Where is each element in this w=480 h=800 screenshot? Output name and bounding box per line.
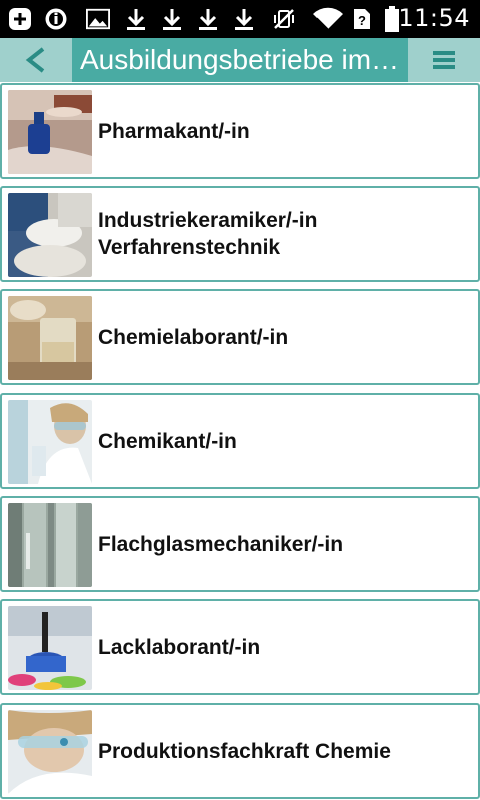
download-icon <box>196 7 220 31</box>
list-item[interactable]: Lacklaborant/-in <box>0 599 480 695</box>
item-label: Pharmakant/-in <box>98 119 250 143</box>
item-label: Flachglasmechaniker/-in <box>98 532 344 556</box>
item-label: Chemikant/-in <box>98 429 237 453</box>
wifi-icon <box>312 7 344 31</box>
page-title: Ausbildungsbetriebe im… <box>72 38 408 82</box>
list-item[interactable]: Chemikant/-in <box>0 393 480 489</box>
thumbnail-image <box>8 90 92 174</box>
menu-icon <box>433 51 455 69</box>
thumbnail-image <box>8 193 92 277</box>
thumbnail-image <box>8 400 92 484</box>
thumbnail-image <box>8 606 92 690</box>
svg-text:?: ? <box>358 13 366 28</box>
thumbnail-image <box>8 296 92 380</box>
chevron-left-icon <box>25 47 45 73</box>
status-bar: ? 11:54 <box>0 0 480 38</box>
info-icon <box>44 7 68 31</box>
back-button[interactable] <box>0 38 72 82</box>
download-icon <box>160 7 184 31</box>
image-icon <box>86 7 110 31</box>
thumbnail-image <box>8 710 92 794</box>
list-item[interactable]: Flachglasmechaniker/-in <box>0 496 480 592</box>
item-label: Industriekeramiker/-in Verfahrenstechnik <box>98 209 318 259</box>
list-item[interactable]: Pharmakant/-in <box>0 83 480 179</box>
item-label: Chemielaborant/-in <box>98 325 289 349</box>
clock: 11:54 <box>398 4 470 32</box>
thumbnail-image <box>8 503 92 587</box>
vibrate-off-icon <box>272 7 296 31</box>
list-item[interactable]: Produktionsfachkraft Chemie <box>0 703 480 799</box>
sim-unknown-icon: ? <box>350 7 374 31</box>
profession-list: Pharmakant/-in Industriekeramiker/-in Ve… <box>0 82 480 800</box>
action-bar: Ausbildungsbetriebe im… <box>0 38 480 82</box>
item-label: Produktionsfachkraft Chemie <box>98 739 391 763</box>
download-icon <box>232 7 256 31</box>
plus-icon <box>8 7 32 31</box>
menu-button[interactable] <box>408 38 480 82</box>
list-item[interactable]: Chemielaborant/-in <box>0 289 480 385</box>
list-item[interactable]: Industriekeramiker/-in Verfahrenstechnik <box>0 186 480 282</box>
item-label: Lacklaborant/-in <box>98 635 261 659</box>
download-icon <box>124 7 148 31</box>
